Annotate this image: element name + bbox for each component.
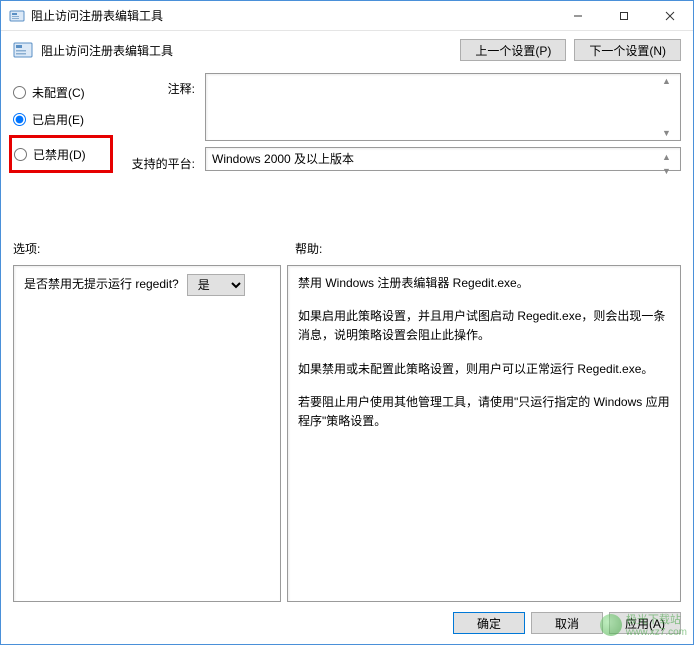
radio-not-configured-input[interactable] bbox=[13, 86, 26, 99]
help-paragraph: 若要阻止用户使用其他管理工具，请使用"只运行指定的 Windows 应用程序"策… bbox=[298, 393, 670, 431]
policy-icon bbox=[13, 40, 33, 60]
platform-value: Windows 2000 及以上版本 bbox=[212, 152, 354, 166]
titlebar: 阻止访问注册表编辑工具 bbox=[1, 1, 693, 31]
help-paragraph: 禁用 Windows 注册表编辑器 Regedit.exe。 bbox=[298, 274, 670, 293]
option-question: 是否禁用无提示运行 regedit? bbox=[24, 275, 179, 294]
radio-enabled[interactable]: 已启用(E) bbox=[13, 106, 113, 133]
previous-setting-button[interactable]: 上一个设置(P) bbox=[460, 39, 566, 61]
field-column: ▲▼ Windows 2000 及以上版本 ▲▼ bbox=[205, 73, 681, 230]
radio-enabled-input[interactable] bbox=[13, 113, 26, 126]
close-button[interactable] bbox=[647, 1, 693, 31]
scroll-arrows-icon: ▲▼ bbox=[662, 148, 678, 170]
label-column: 注释: 支持的平台: bbox=[123, 73, 195, 230]
option-row: 是否禁用无提示运行 regedit? 是 bbox=[24, 274, 270, 296]
dialog-window: 阻止访问注册表编辑工具 阻止访问注册表编辑工具 上一个设置(P) 下一个设置( bbox=[0, 0, 694, 645]
radio-enabled-label: 已启用(E) bbox=[32, 111, 84, 128]
app-icon bbox=[9, 8, 25, 24]
config-area: 未配置(C) 已启用(E) 已禁用(D) 注释: 支持的平台: ▲▼ bbox=[1, 69, 693, 230]
scroll-arrows-icon: ▲▼ bbox=[662, 74, 678, 140]
policy-title: 阻止访问注册表编辑工具 bbox=[41, 42, 452, 59]
minimize-button[interactable] bbox=[555, 1, 601, 31]
panels-row: 是否禁用无提示运行 regedit? 是 禁用 Windows 注册表编辑器 R… bbox=[1, 265, 693, 602]
radio-disabled-input[interactable] bbox=[14, 148, 27, 161]
next-setting-button[interactable]: 下一个设置(N) bbox=[574, 39, 681, 61]
radio-disabled-label: 已禁用(D) bbox=[33, 146, 86, 163]
cancel-button[interactable]: 取消 bbox=[531, 612, 603, 634]
comment-label: 注释: bbox=[123, 80, 195, 97]
ok-button[interactable]: 确定 bbox=[453, 612, 525, 634]
radio-not-configured[interactable]: 未配置(C) bbox=[13, 79, 113, 106]
help-label: 帮助: bbox=[295, 240, 681, 257]
comment-textarea[interactable]: ▲▼ bbox=[205, 73, 681, 141]
apply-button[interactable]: 应用(A) bbox=[609, 612, 681, 634]
window-title: 阻止访问注册表编辑工具 bbox=[31, 7, 555, 24]
help-paragraph: 如果启用此策略设置，并且用户试图启动 Regedit.exe，则会出现一条消息，… bbox=[298, 307, 670, 345]
option-select[interactable]: 是 bbox=[187, 274, 245, 296]
options-label: 选项: bbox=[13, 240, 275, 257]
section-labels-row: 选项: 帮助: bbox=[1, 230, 693, 265]
header-row: 阻止访问注册表编辑工具 上一个设置(P) 下一个设置(N) bbox=[1, 31, 693, 69]
titlebar-controls bbox=[555, 1, 693, 31]
help-panel: 禁用 Windows 注册表编辑器 Regedit.exe。 如果启用此策略设置… bbox=[287, 265, 681, 602]
highlight-annotation: 已禁用(D) bbox=[9, 135, 113, 173]
radio-not-configured-label: 未配置(C) bbox=[32, 84, 85, 101]
platform-label: 支持的平台: bbox=[123, 155, 195, 172]
radio-column: 未配置(C) 已启用(E) 已禁用(D) bbox=[13, 73, 113, 230]
options-panel: 是否禁用无提示运行 regedit? 是 bbox=[13, 265, 281, 602]
help-paragraph: 如果禁用或未配置此策略设置，则用户可以正常运行 Regedit.exe。 bbox=[298, 360, 670, 379]
radio-disabled[interactable]: 已禁用(D) bbox=[14, 142, 102, 166]
platform-field: Windows 2000 及以上版本 ▲▼ bbox=[205, 147, 681, 171]
footer: 确定 取消 应用(A) bbox=[1, 602, 693, 644]
maximize-button[interactable] bbox=[601, 1, 647, 31]
